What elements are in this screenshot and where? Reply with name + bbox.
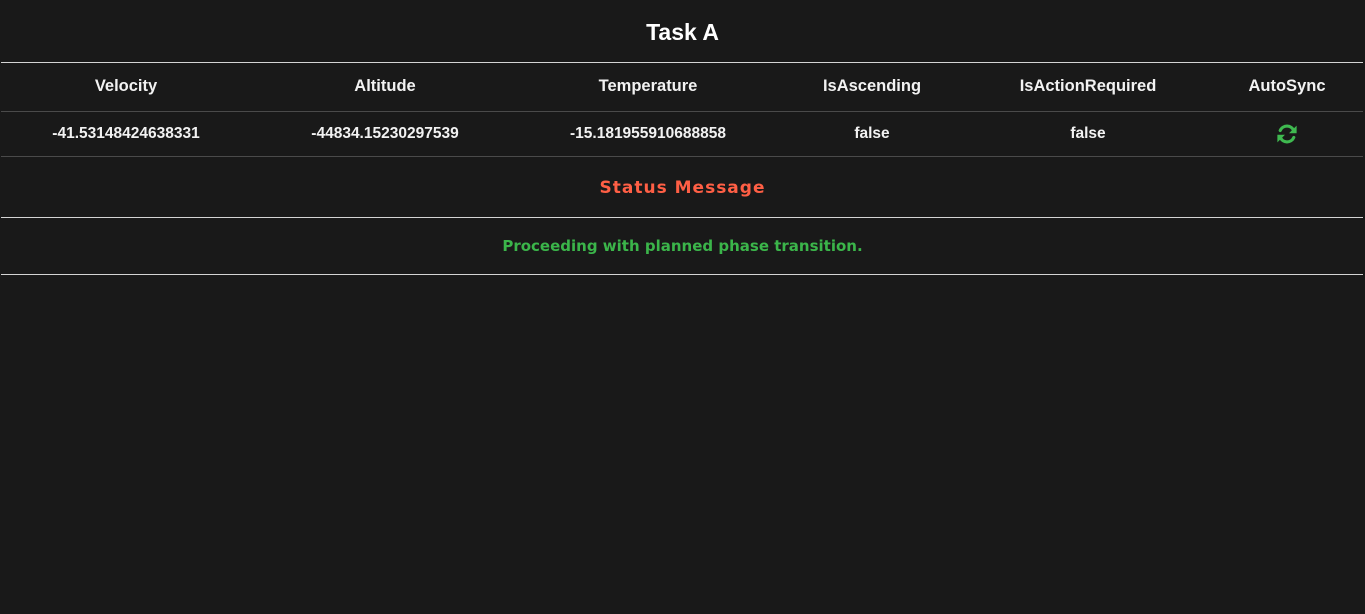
header-autosync: AutoSync <box>1248 77 1326 95</box>
divider <box>1 217 1363 218</box>
autosync-button[interactable] <box>1276 123 1298 145</box>
header-velocity: Velocity <box>94 77 158 95</box>
page-title: Task A <box>646 19 719 45</box>
table-header-row: Velocity Altitude Temperature IsAscendin… <box>0 76 1365 96</box>
table-row: -41.53148424638331 -44834.15230297539 -1… <box>0 124 1365 144</box>
altitude-value: -44834.15230297539 <box>311 125 459 142</box>
is-action-required-value: false <box>1070 125 1106 142</box>
refresh-icon <box>1277 124 1297 144</box>
task-panel: Task A Velocity Altitude Temperature IsA… <box>0 0 1365 614</box>
temperature-value: -15.181955910688858 <box>569 125 727 142</box>
divider <box>1 111 1363 112</box>
status-message-label: Status Message <box>599 178 766 198</box>
is-ascending-value: false <box>854 125 890 142</box>
header-is-ascending: IsAscending <box>822 77 922 95</box>
header-temperature: Temperature <box>598 77 698 95</box>
divider <box>1 62 1363 63</box>
divider <box>1 156 1363 157</box>
header-is-action-required: IsActionRequired <box>1019 77 1157 95</box>
velocity-value: -41.53148424638331 <box>52 125 200 142</box>
status-message-text: Proceeding with planned phase transition… <box>502 237 863 255</box>
header-altitude: Altitude <box>354 77 416 95</box>
divider <box>1 274 1363 275</box>
